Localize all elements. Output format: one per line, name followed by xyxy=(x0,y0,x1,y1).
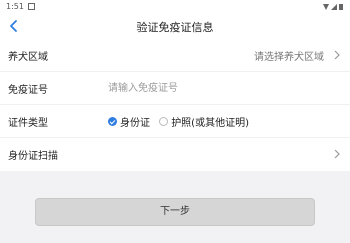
notification-icon xyxy=(28,3,35,10)
area-select-value[interactable]: 请选择养犬区域 xyxy=(254,48,324,63)
cert-no-input[interactable] xyxy=(108,79,308,97)
next-button[interactable]: 下一步 xyxy=(35,198,315,226)
id-type-radio-group: 身份证 护照(或其他证明) xyxy=(108,114,255,129)
status-icons xyxy=(322,3,344,13)
status-time: 1:51 xyxy=(6,2,24,11)
wifi-battery-icon xyxy=(323,4,343,10)
id-scan-row[interactable]: 身份证扫描 xyxy=(0,138,350,171)
cert-no-row: 免疫证号 xyxy=(0,72,350,105)
id-type-option-idcard[interactable]: 身份证 xyxy=(108,114,150,129)
nav-bar: 验证免疫证信息 xyxy=(0,14,350,39)
radio-checked-icon xyxy=(108,117,117,126)
id-type-label: 证件类型 xyxy=(8,118,48,129)
status-bar: 1:51 xyxy=(0,0,350,14)
id-type-option-label: 身份证 xyxy=(120,118,150,129)
chevron-right-icon xyxy=(334,149,340,159)
area-row[interactable]: 养犬区域 请选择养犬区域 xyxy=(0,39,350,72)
id-scan-label: 身份证扫描 xyxy=(8,151,58,162)
id-type-option-passport[interactable]: 护照(或其他证明) xyxy=(159,114,249,129)
area-label: 养犬区域 xyxy=(8,52,48,63)
page-title: 验证免疫证信息 xyxy=(136,21,214,34)
chevron-right-icon xyxy=(334,50,340,60)
cert-no-label: 免疫证号 xyxy=(8,85,48,96)
id-type-row: 证件类型 身份证 护照(或其他证明) xyxy=(0,105,350,138)
form: 养犬区域 请选择养犬区域 免疫证号 证件类型 身份证 护照(或其他证明) 身份证… xyxy=(0,39,350,171)
radio-unchecked-icon xyxy=(159,117,169,126)
id-type-option-label: 护照(或其他证明) xyxy=(171,118,249,129)
